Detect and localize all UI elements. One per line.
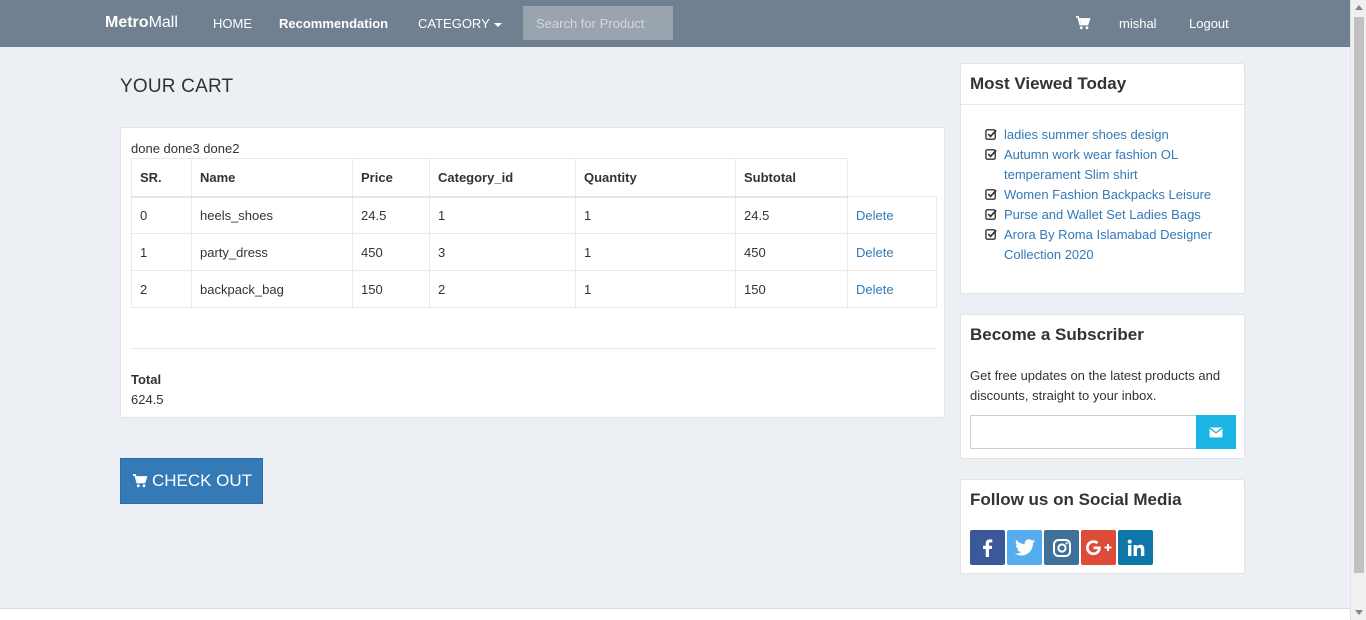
cell-action: Delete — [847, 196, 937, 234]
cell-subtotal: 450 — [735, 233, 848, 271]
column-header: Price — [352, 158, 430, 198]
cell-price: 24.5 — [352, 196, 430, 234]
search-input[interactable] — [523, 6, 673, 40]
envelope-icon — [1209, 427, 1223, 437]
cell-quantity: 1 — [575, 270, 736, 308]
page-title: YOUR CART — [120, 76, 234, 97]
linkedin-icon[interactable] — [1118, 530, 1153, 565]
nav-logout[interactable]: Logout — [1189, 16, 1229, 31]
subscribe-button[interactable] — [1196, 415, 1236, 449]
most-viewed-link[interactable]: Autumn work wear fashion OL temperament … — [1004, 147, 1178, 182]
list-item: Purse and Wallet Set Ladies Bags — [985, 205, 1235, 225]
widget-title: Follow us on Social Media — [970, 490, 1182, 509]
cell-sr: 0 — [131, 196, 192, 234]
list-item: ladies summer shoes design — [985, 125, 1235, 145]
nav-recommendation[interactable]: Recommendation — [279, 16, 388, 31]
total-label: Total — [131, 372, 162, 387]
check-square-icon — [985, 149, 997, 160]
checkout-button[interactable]: CHECK OUT — [120, 458, 263, 504]
cell-category-id: 2 — [429, 270, 576, 308]
most-viewed-link[interactable]: Arora By Roma Islamabad Designer Collect… — [1004, 227, 1212, 262]
scrollbar-thumb[interactable] — [1354, 17, 1364, 573]
instagram-icon[interactable] — [1044, 530, 1079, 565]
nav-category-label: CATEGORY — [418, 16, 490, 31]
cell-quantity: 1 — [575, 196, 736, 234]
page-footer-edge — [0, 608, 1350, 620]
nav-user[interactable]: mishal — [1119, 16, 1157, 31]
scroll-down-arrow-icon[interactable] — [1355, 610, 1363, 615]
divider — [131, 348, 936, 349]
scroll-up-arrow-icon[interactable] — [1355, 5, 1363, 10]
cell-name: heels_shoes — [191, 196, 353, 234]
widget-title: Become a Subscriber — [970, 325, 1144, 344]
column-header: Category_id — [429, 158, 576, 198]
table-row: 1 party_dress 450 3 1 450 Delete — [131, 233, 937, 271]
cell-category-id: 1 — [429, 196, 576, 234]
cell-price: 150 — [352, 270, 430, 308]
check-square-icon — [985, 229, 997, 240]
navbar: MetroMall HOME Recommendation CATEGORY m… — [0, 0, 1350, 47]
column-header: Subtotal — [735, 158, 848, 198]
cell-subtotal: 24.5 — [735, 196, 848, 234]
column-header: Quantity — [575, 158, 736, 198]
total-value: 624.5 — [131, 392, 164, 407]
check-square-icon — [985, 209, 997, 220]
subscriber-text: Get free updates on the latest products … — [970, 368, 1221, 403]
caret-down-icon — [493, 22, 502, 27]
most-viewed-widget: Most Viewed Today ladies summer shoes de… — [960, 63, 1245, 294]
cart-table: SR. Name Price Category_id Quantity Subt… — [131, 158, 937, 308]
cell-action: Delete — [847, 233, 937, 271]
subscriber-widget: Become a Subscriber Get free updates on … — [960, 314, 1245, 459]
cell-quantity: 1 — [575, 233, 736, 271]
delete-link[interactable]: Delete — [856, 245, 894, 260]
cell-subtotal: 150 — [735, 270, 848, 308]
cell-name: backpack_bag — [191, 270, 353, 308]
cell-sr: 2 — [131, 270, 192, 308]
table-header-row: SR. Name Price Category_id Quantity Subt… — [131, 158, 937, 198]
cell-action: Delete — [847, 270, 937, 308]
column-header: Name — [191, 158, 353, 198]
table-row: 2 backpack_bag 150 2 1 150 Delete — [131, 270, 937, 308]
cart-panel: done done3 done2 SR. Name Price Category… — [120, 127, 945, 418]
checkout-label: CHECK OUT — [151, 471, 253, 490]
cell-name: party_dress — [191, 233, 353, 271]
google-plus-icon[interactable] — [1081, 530, 1116, 565]
delete-link[interactable]: Delete — [856, 282, 894, 297]
vertical-scrollbar[interactable] — [1350, 0, 1366, 620]
shopping-cart-icon[interactable] — [1075, 15, 1091, 31]
check-square-icon — [985, 189, 997, 200]
delete-link[interactable]: Delete — [856, 208, 894, 223]
list-item: Autumn work wear fashion OL temperament … — [985, 145, 1235, 185]
most-viewed-list: ladies summer shoes design Autumn work w… — [961, 105, 1244, 265]
column-header-empty — [848, 159, 937, 197]
nav-home[interactable]: HOME — [213, 16, 252, 31]
shopping-cart-icon — [132, 474, 148, 488]
check-square-icon — [985, 129, 997, 140]
facebook-icon[interactable] — [970, 530, 1005, 565]
table-row: 0 heels_shoes 24.5 1 1 24.5 Delete — [131, 196, 937, 234]
most-viewed-link[interactable]: Purse and Wallet Set Ladies Bags — [1004, 207, 1201, 222]
cell-price: 450 — [352, 233, 430, 271]
social-icons — [970, 530, 1153, 565]
subscriber-email-input[interactable] — [970, 415, 1197, 449]
list-item: Arora By Roma Islamabad Designer Collect… — [985, 225, 1235, 265]
brand-logo[interactable]: MetroMall — [105, 14, 178, 32]
nav-category-dropdown[interactable]: CATEGORY — [418, 16, 502, 31]
twitter-icon[interactable] — [1007, 530, 1042, 565]
list-item: Women Fashion Backpacks Leisure — [985, 185, 1235, 205]
widget-title: Most Viewed Today — [961, 64, 1244, 105]
status-text: done done3 done2 — [131, 141, 240, 156]
cell-category-id: 3 — [429, 233, 576, 271]
most-viewed-link[interactable]: Women Fashion Backpacks Leisure — [1004, 187, 1211, 202]
social-widget: Follow us on Social Media — [960, 479, 1245, 574]
cell-sr: 1 — [131, 233, 192, 271]
column-header: SR. — [131, 158, 192, 198]
most-viewed-link[interactable]: ladies summer shoes design — [1004, 127, 1169, 142]
